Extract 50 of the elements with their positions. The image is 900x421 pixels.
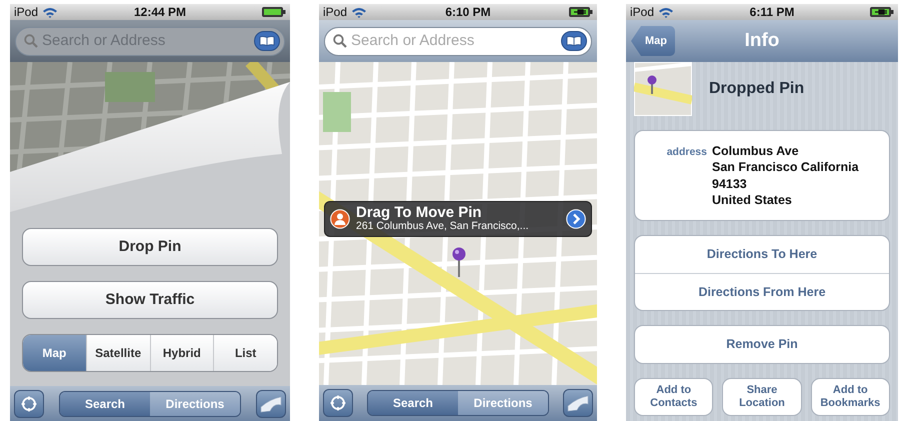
page-curl-button[interactable] — [563, 389, 593, 417]
map-type-tab[interactable]: Hybrid — [150, 335, 214, 371]
pin-icon[interactable] — [452, 247, 466, 277]
toolbar-tab[interactable]: Search — [368, 391, 458, 415]
callout-address: 261 Columbus Ave, San Francisco,... — [356, 221, 530, 234]
action-button[interactable]: Directions From Here — [635, 273, 889, 310]
action-button[interactable]: Add to Contacts — [634, 378, 714, 416]
page-curl-icon — [260, 395, 282, 413]
bookmarks-icon[interactable] — [561, 31, 587, 51]
bookmarks-icon[interactable] — [254, 31, 280, 51]
address-line: United States — [712, 192, 793, 208]
status-time: 12:44 PM — [133, 4, 188, 21]
search-field[interactable]: Search or Address — [324, 26, 592, 56]
pin-callout[interactable]: Drag To Move Pin 261 Columbus Ave, San Francisco,... — [324, 201, 592, 237]
wifi-icon — [658, 6, 674, 18]
address-line: 94133 — [712, 176, 748, 192]
option-button[interactable]: Drop Pin — [22, 228, 278, 266]
map-type-tab[interactable]: Map — [23, 335, 86, 371]
wifi-icon — [42, 6, 58, 18]
action-button[interactable]: Remove Pin — [635, 326, 889, 363]
address-label: address — [666, 145, 707, 160]
back-button[interactable]: Map — [631, 26, 675, 56]
search-icon — [333, 34, 347, 48]
callout-title: Drag To Move Pin — [356, 204, 482, 222]
page-curl-icon — [567, 394, 589, 412]
map-type-tab[interactable]: Satellite — [86, 335, 150, 371]
locate-button[interactable] — [14, 390, 44, 418]
action-button[interactable]: Share Location — [722, 378, 802, 416]
address-line: San Francisco California — [712, 159, 859, 176]
wifi-icon — [351, 6, 368, 18]
map-thumbnail — [634, 62, 692, 116]
action-button[interactable]: Directions To Here — [635, 236, 889, 273]
crosshair-icon — [330, 395, 346, 411]
carrier-label: iPod — [630, 4, 654, 21]
search-icon — [24, 34, 38, 48]
page-curl-button[interactable] — [256, 390, 286, 418]
carrier-label: iPod — [323, 4, 348, 21]
toolbar-tab[interactable]: Search — [60, 392, 150, 416]
address-line: Columbus Ave — [712, 143, 800, 160]
carrier-label: iPod — [14, 4, 38, 21]
crosshair-icon — [21, 396, 37, 412]
status-time: 6:10 PM — [444, 4, 492, 21]
option-button[interactable]: Show Traffic — [22, 281, 278, 319]
locate-button[interactable] — [323, 389, 353, 417]
person-icon — [330, 209, 350, 229]
pin-name: Dropped Pin — [709, 79, 804, 99]
nav-title: Info — [744, 30, 780, 51]
action-button[interactable]: Add to Bookmarks — [810, 378, 890, 416]
status-time: 6:11 PM — [748, 4, 796, 21]
map-type-tab[interactable]: List — [213, 335, 277, 371]
